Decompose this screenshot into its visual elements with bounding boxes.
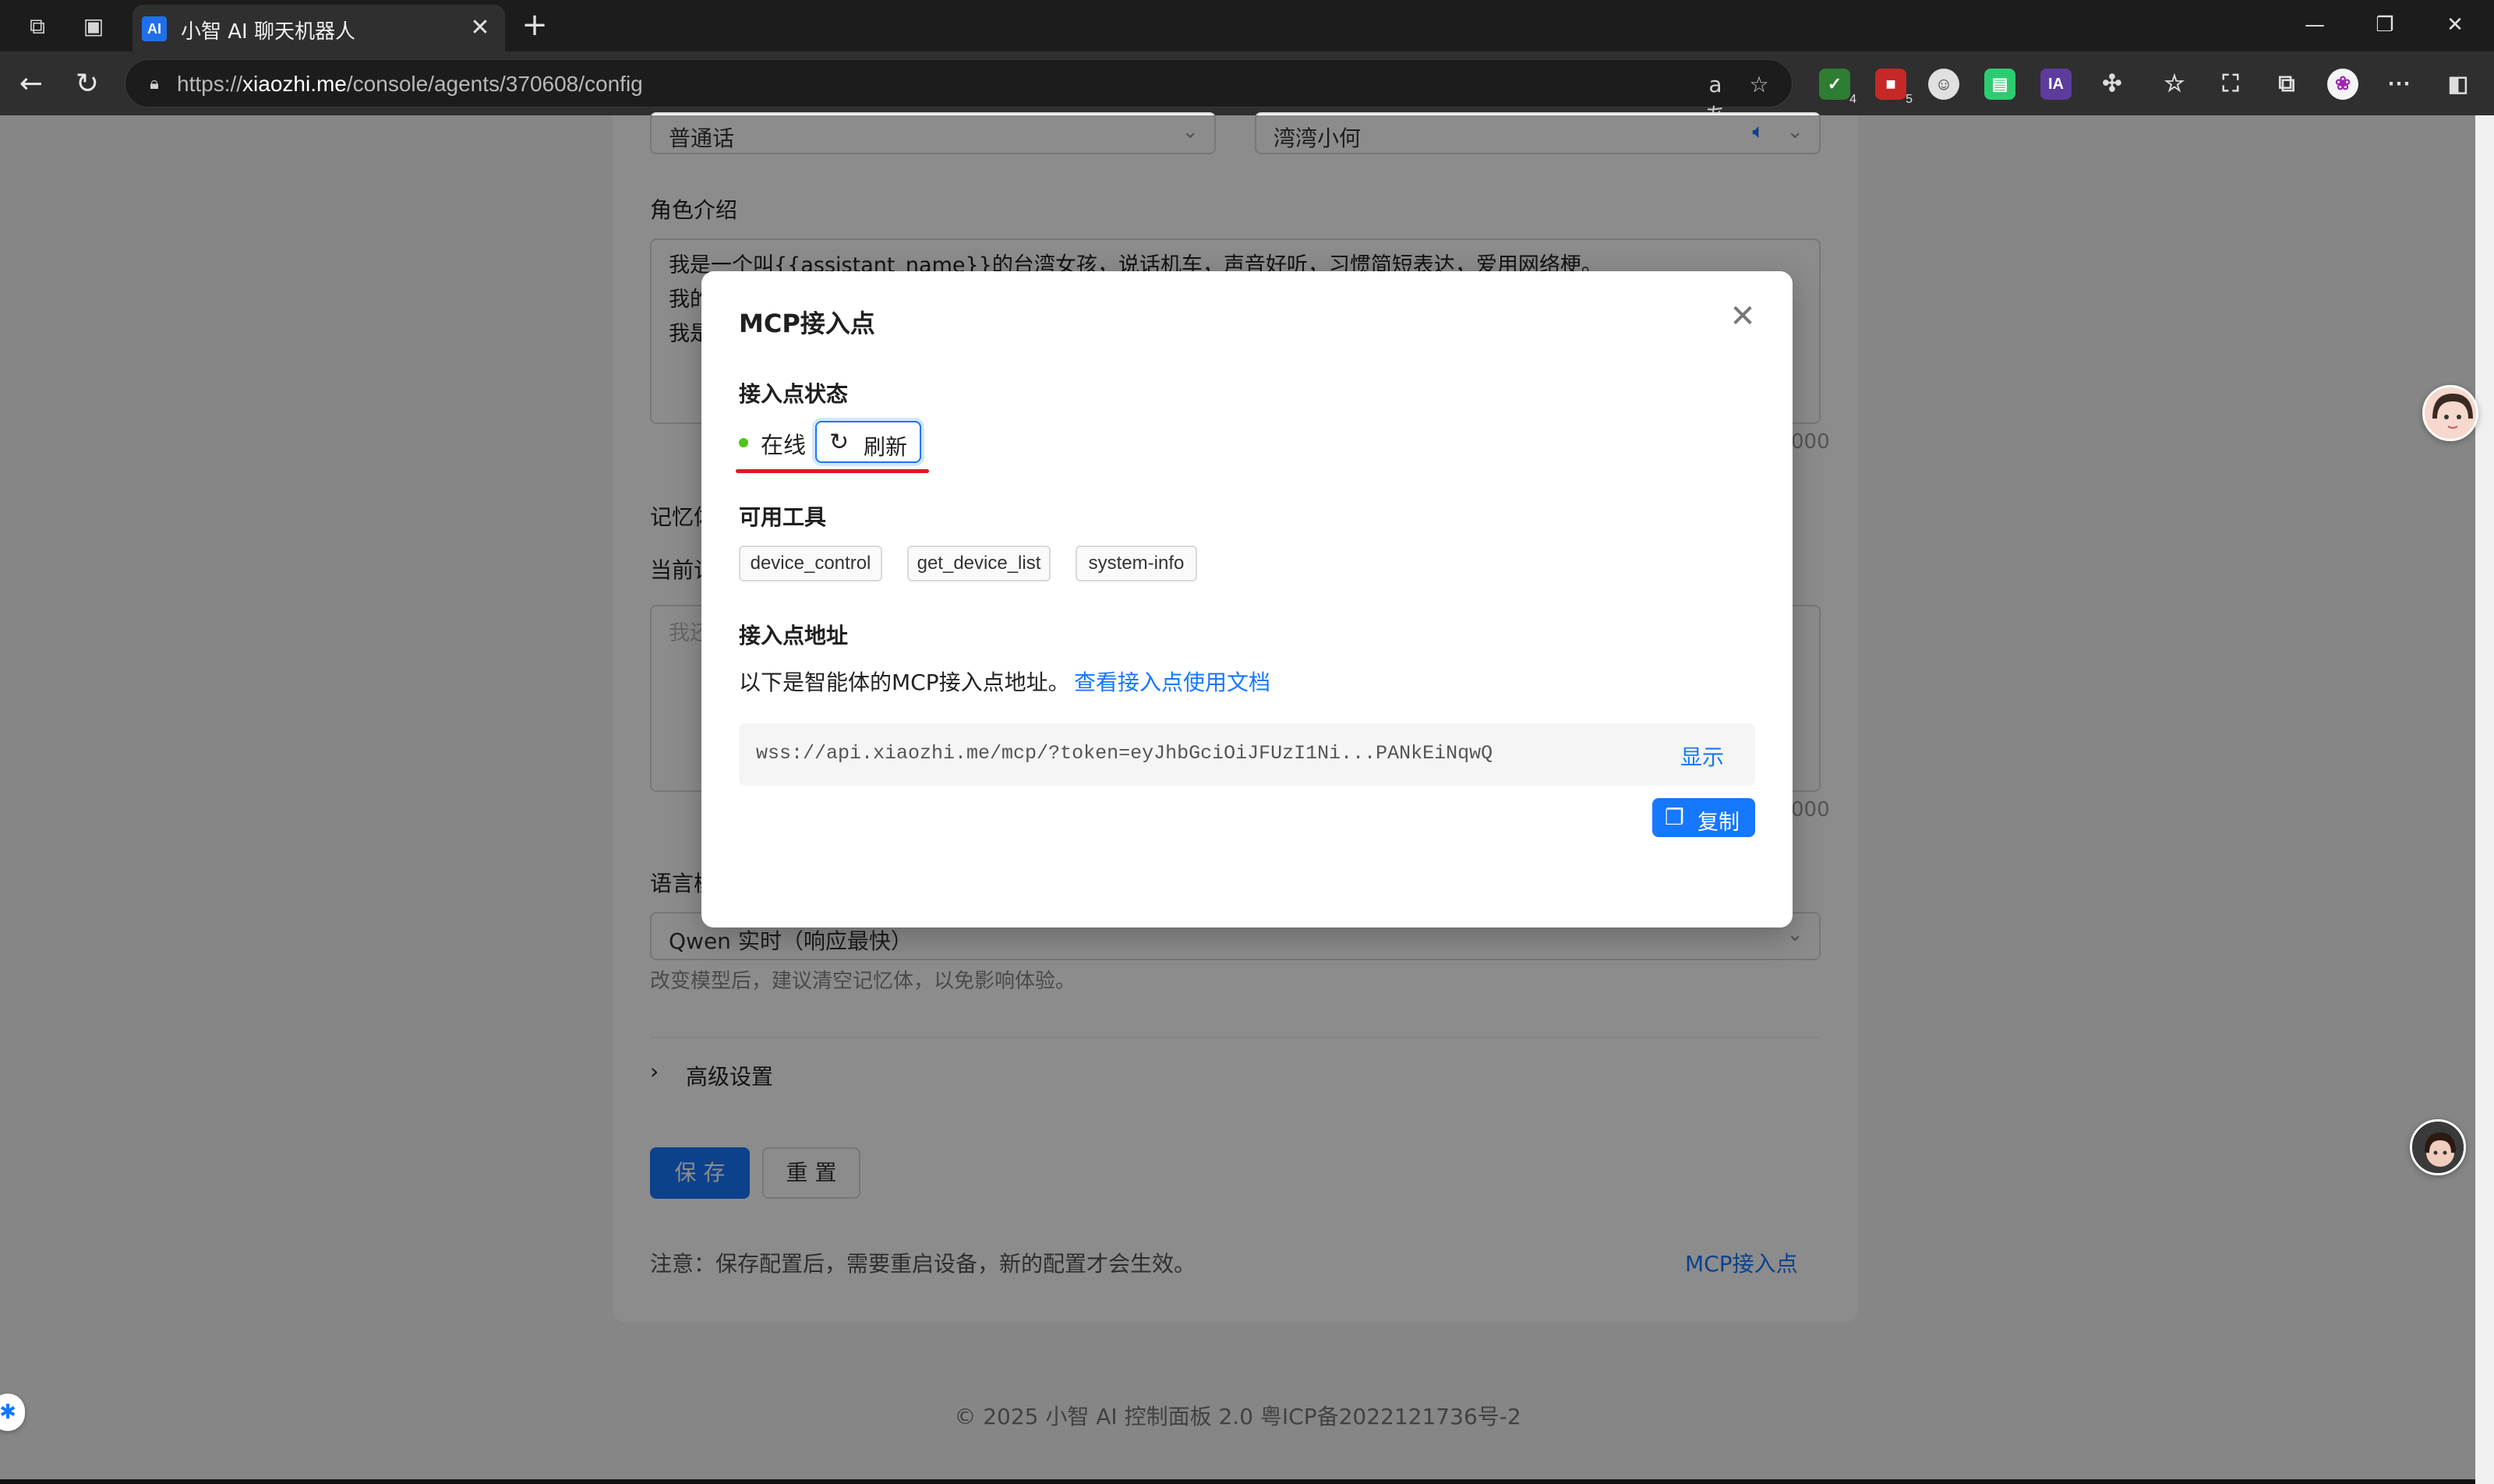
more-menu-icon[interactable]: ⋯	[2383, 69, 2415, 100]
ia-extension-icon[interactable]: IA	[2040, 69, 2072, 100]
modal-title: MCP接入点	[739, 309, 875, 338]
tab-favicon-icon: AI	[142, 16, 167, 41]
address-section-title: 接入点地址	[739, 623, 849, 648]
show-address-button[interactable]: 显示	[1680, 740, 1724, 772]
refresh-label: 刷新	[864, 434, 908, 460]
reload-icon[interactable]: ↻	[69, 65, 106, 103]
close-tab-icon[interactable]: ✕	[465, 12, 496, 44]
page-scrollbar[interactable]	[2475, 115, 2494, 1484]
browser-nav-bar: ← ↻ 🔒︎ https://xiaozhi.me/console/agents…	[0, 51, 2494, 129]
assistant-avatar-icon[interactable]	[2422, 385, 2478, 441]
refresh-button[interactable]: ↻ 刷新	[815, 421, 921, 463]
copy-label: 复制	[1697, 811, 1740, 835]
status-text: 在线	[761, 432, 807, 458]
tool-tag: device_control	[739, 546, 882, 581]
close-window-icon[interactable]: ✕	[2432, 8, 2478, 42]
back-icon[interactable]: ←	[12, 65, 50, 103]
browser-tab-active[interactable]: AI 小智 AI 聊天机器人 ✕	[132, 5, 505, 51]
refresh-icon: ↻	[829, 429, 850, 456]
status-section-title: 接入点状态	[739, 381, 849, 407]
tool-tag: system-info	[1076, 546, 1197, 581]
read-aloud-icon[interactable]: aあ	[1700, 69, 1731, 129]
red-extension-icon[interactable]: ■ 5	[1875, 69, 1913, 106]
url-text[interactable]: https://xiaozhi.me/console/agents/370608…	[177, 72, 643, 97]
favorites-icon[interactable]: ☆	[2159, 69, 2190, 100]
favorite-star-icon[interactable]: ☆	[1743, 69, 1775, 101]
address-description: 以下是智能体的MCP接入点地址。	[739, 670, 1070, 695]
restore-icon[interactable]: ❐	[2362, 8, 2408, 42]
new-tab-icon[interactable]: +	[518, 8, 552, 42]
workspaces-icon[interactable]: ⧉	[22, 11, 53, 42]
tool-tag: get_device_list	[907, 546, 1051, 581]
tab-title: 小智 AI 聊天机器人	[181, 20, 355, 44]
endpoint-address-box: wss://api.xiaozhi.me/mcp/?token=eyJhbGci…	[739, 723, 1755, 786]
profile-extension-icon[interactable]: ☺	[1928, 69, 1959, 100]
close-icon[interactable]: ✕	[1724, 298, 1761, 335]
collections-icon[interactable]: ⧉	[2271, 69, 2302, 100]
annotation-underline	[736, 469, 929, 473]
tab-actions-icon[interactable]: ▣	[78, 11, 109, 42]
endpoint-docs-link[interactable]: 查看接入点使用文档	[1074, 666, 1270, 697]
browser-tab-bar: ⧉ ▣ AI 小智 AI 聊天机器人 ✕ + — ❐ ✕	[0, 0, 2494, 51]
copy-button[interactable]: ❐ 复制	[1652, 798, 1755, 837]
chat-widget-avatar-icon[interactable]	[2410, 1119, 2466, 1175]
address-bar[interactable]: 🔒︎ https://xiaozhi.me/console/agents/370…	[125, 59, 1793, 129]
minimize-icon[interactable]: —	[2291, 8, 2338, 42]
screenshot-icon[interactable]: ⛶	[2215, 69, 2246, 100]
site-info-icon[interactable]: 🔒︎	[143, 72, 166, 96]
endpoint-address: wss://api.xiaozhi.me/mcp/?token=eyJhbGci…	[756, 742, 1493, 765]
mcp-modal: MCP接入点 ✕ 接入点状态 在线 ↻ 刷新 可用工具 device_contr…	[701, 271, 1793, 928]
profile-avatar-icon[interactable]: ❀	[2327, 69, 2358, 100]
online-status-dot	[739, 438, 748, 447]
copy-icon: ❐	[1665, 804, 1685, 830]
sidebar-toggle-icon[interactable]: ◧	[2443, 69, 2474, 100]
green-extension-icon[interactable]: ▤	[1984, 69, 2015, 100]
tools-section-title: 可用工具	[739, 504, 827, 530]
shield-extension-icon[interactable]: ✓ 4	[1819, 69, 1856, 106]
extensions-puzzle-icon[interactable]: ✣	[2097, 69, 2128, 100]
